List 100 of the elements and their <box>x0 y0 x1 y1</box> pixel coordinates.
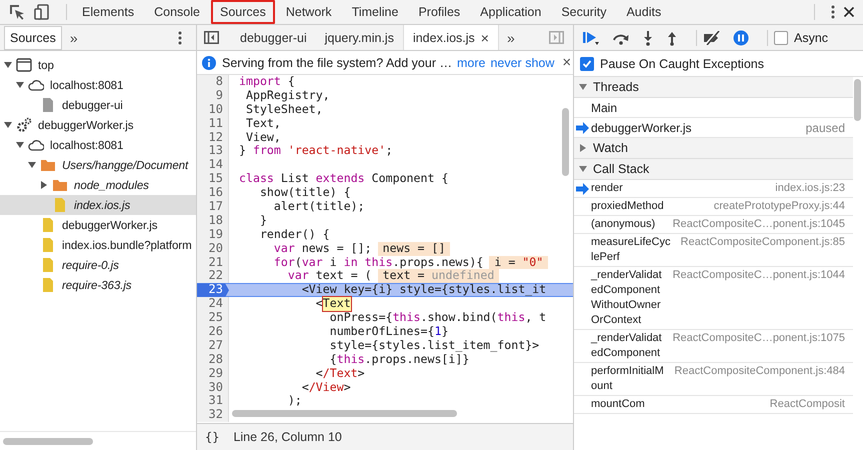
more-tabs-button[interactable]: » <box>62 30 86 46</box>
frame-location[interactable]: ReactCompositeComponent.js:85 <box>680 235 845 250</box>
file-tab[interactable]: jquery.min.js <box>316 25 403 50</box>
tree-item[interactable]: top <box>38 58 54 72</box>
expanded-arrow-icon[interactable] <box>16 81 24 89</box>
panel-tab[interactable]: Security <box>552 0 616 24</box>
panel-tab[interactable]: Sources <box>210 0 275 24</box>
sidebar-toggle-icon[interactable] <box>204 31 219 44</box>
tree-item[interactable]: require-363.js <box>62 278 132 292</box>
line-number[interactable]: 9 <box>197 88 229 103</box>
line-number[interactable]: 21 <box>197 256 229 270</box>
line-number[interactable]: 8 <box>197 75 229 89</box>
line-number[interactable]: 17 <box>197 200 229 214</box>
link[interactable]: more <box>456 56 486 70</box>
line-number[interactable]: 22 <box>197 269 229 284</box>
navigator-tab[interactable]: Sources <box>4 26 62 50</box>
frame-location[interactable]: ReactCompositeComponent.js:484 <box>674 364 845 379</box>
thread-name[interactable]: Main <box>591 100 618 114</box>
frame-name[interactable]: render <box>591 181 768 196</box>
section-header[interactable]: Watch <box>574 138 853 159</box>
tree-item[interactable]: require-0.js <box>62 258 119 272</box>
expanded-arrow-icon[interactable] <box>579 165 587 173</box>
pretty-print-button[interactable]: {} <box>205 430 220 444</box>
line-number[interactable]: 24 <box>197 297 229 312</box>
tree-item[interactable]: debugger-ui <box>62 98 123 112</box>
file-tab[interactable]: debugger-ui <box>231 25 316 50</box>
collapsed-arrow-icon[interactable] <box>579 144 587 152</box>
expanded-arrow-icon[interactable] <box>579 83 587 91</box>
line-number[interactable]: 12 <box>197 130 229 144</box>
line-number[interactable]: 31 <box>197 394 229 408</box>
line-number[interactable]: 16 <box>197 186 229 200</box>
scrollbar[interactable] <box>562 108 569 176</box>
inspect-icon[interactable] <box>8 3 26 21</box>
panel-tab[interactable]: Elements <box>73 0 144 24</box>
step-into-icon[interactable] <box>642 30 654 46</box>
frame-name[interactable]: (anonymous) <box>591 217 665 232</box>
step-out-icon[interactable] <box>666 30 678 46</box>
frame-name[interactable]: proxiedMethod <box>591 199 706 214</box>
line-number[interactable]: 14 <box>197 158 229 172</box>
line-number[interactable]: 29 <box>197 366 229 381</box>
device-icon[interactable] <box>34 3 52 21</box>
line-number[interactable]: 30 <box>197 380 229 394</box>
scrollbar[interactable] <box>854 79 861 121</box>
tree-item[interactable]: index.ios.bundle?platform <box>62 238 192 252</box>
file-tab[interactable]: index.ios.js × <box>402 25 499 50</box>
more-menu-icon[interactable] <box>178 30 182 44</box>
scrollbar[interactable] <box>3 438 93 444</box>
frame-location[interactable]: index.ios.js:23 <box>775 181 845 196</box>
line-number[interactable]: 13 <box>197 144 229 158</box>
frame-location[interactable]: ReactCompositeC…ponent.js:1045 <box>672 217 845 232</box>
expanded-arrow-icon[interactable] <box>4 121 12 129</box>
frame-location[interactable]: createPrototypeProxy.js:44 <box>714 199 845 214</box>
more-menu-icon[interactable] <box>831 5 835 19</box>
scrollbar[interactable] <box>232 410 457 417</box>
section-header[interactable]: Threads <box>574 77 853 98</box>
frame-name[interactable]: _renderValidatedComponentWithoutOwnerOrContext <box>591 268 665 328</box>
more-tabs-button[interactable]: » <box>498 30 523 46</box>
close-tab-button[interactable]: × <box>480 30 489 46</box>
line-number[interactable]: 10 <box>197 102 229 117</box>
line-number[interactable]: 28 <box>197 352 229 367</box>
expanded-arrow-icon[interactable] <box>16 141 24 149</box>
line-number[interactable]: 27 <box>197 338 229 353</box>
tree-item[interactable]: localhost:8081 <box>50 138 124 152</box>
panel-tab[interactable]: Application <box>471 0 550 24</box>
line-number[interactable]: 18 <box>197 214 229 228</box>
tree-item[interactable]: index.ios.js <box>74 198 130 212</box>
tree-item[interactable]: localhost:8081 <box>50 78 124 92</box>
tree-item[interactable]: Users/hangge/Document <box>62 158 188 172</box>
frame-location[interactable]: ReactComposit <box>770 397 845 412</box>
panel-tab[interactable]: Audits <box>617 0 670 24</box>
line-number[interactable]: 32 <box>197 408 229 422</box>
resume-icon[interactable] <box>582 30 600 46</box>
line-number[interactable]: 23 <box>197 283 229 298</box>
thread-name[interactable]: debuggerWorker.js <box>591 120 692 134</box>
close-icon[interactable] <box>843 6 855 18</box>
line-number[interactable]: 20 <box>197 242 229 256</box>
panel-tab[interactable]: Network <box>276 0 341 24</box>
checkbox[interactable] <box>774 30 788 44</box>
close-button[interactable]: × <box>562 54 572 71</box>
line-number[interactable]: 19 <box>197 228 229 242</box>
panel-tab[interactable]: Timeline <box>342 0 408 24</box>
collapsed-arrow-icon[interactable] <box>40 181 48 189</box>
tree-item[interactable]: debuggerWorker.js <box>62 218 158 232</box>
breakpoints-off-icon[interactable] <box>703 30 721 44</box>
line-number[interactable]: 26 <box>197 325 229 339</box>
section-header[interactable]: Call Stack <box>574 159 853 180</box>
tree-item[interactable]: node_modules <box>74 178 149 192</box>
link[interactable]: never show <box>490 56 554 70</box>
frame-name[interactable]: measureLifeCyclePerf <box>591 235 673 265</box>
expanded-arrow-icon[interactable] <box>4 61 12 69</box>
sidebar-toggle-icon[interactable] <box>549 31 564 44</box>
line-number[interactable]: 25 <box>197 311 229 326</box>
frame-name[interactable]: mountCom <box>591 397 762 412</box>
line-number[interactable]: 15 <box>197 172 229 186</box>
checkbox[interactable] <box>580 56 594 70</box>
frame-location[interactable]: ReactCompositeC…ponent.js:1044 <box>672 268 845 283</box>
panel-tab[interactable]: Console <box>145 0 209 24</box>
frame-location[interactable]: ReactCompositeC…ponent.js:1075 <box>672 331 845 346</box>
expanded-arrow-icon[interactable] <box>28 161 36 169</box>
pause-exceptions-icon[interactable] <box>733 30 749 46</box>
